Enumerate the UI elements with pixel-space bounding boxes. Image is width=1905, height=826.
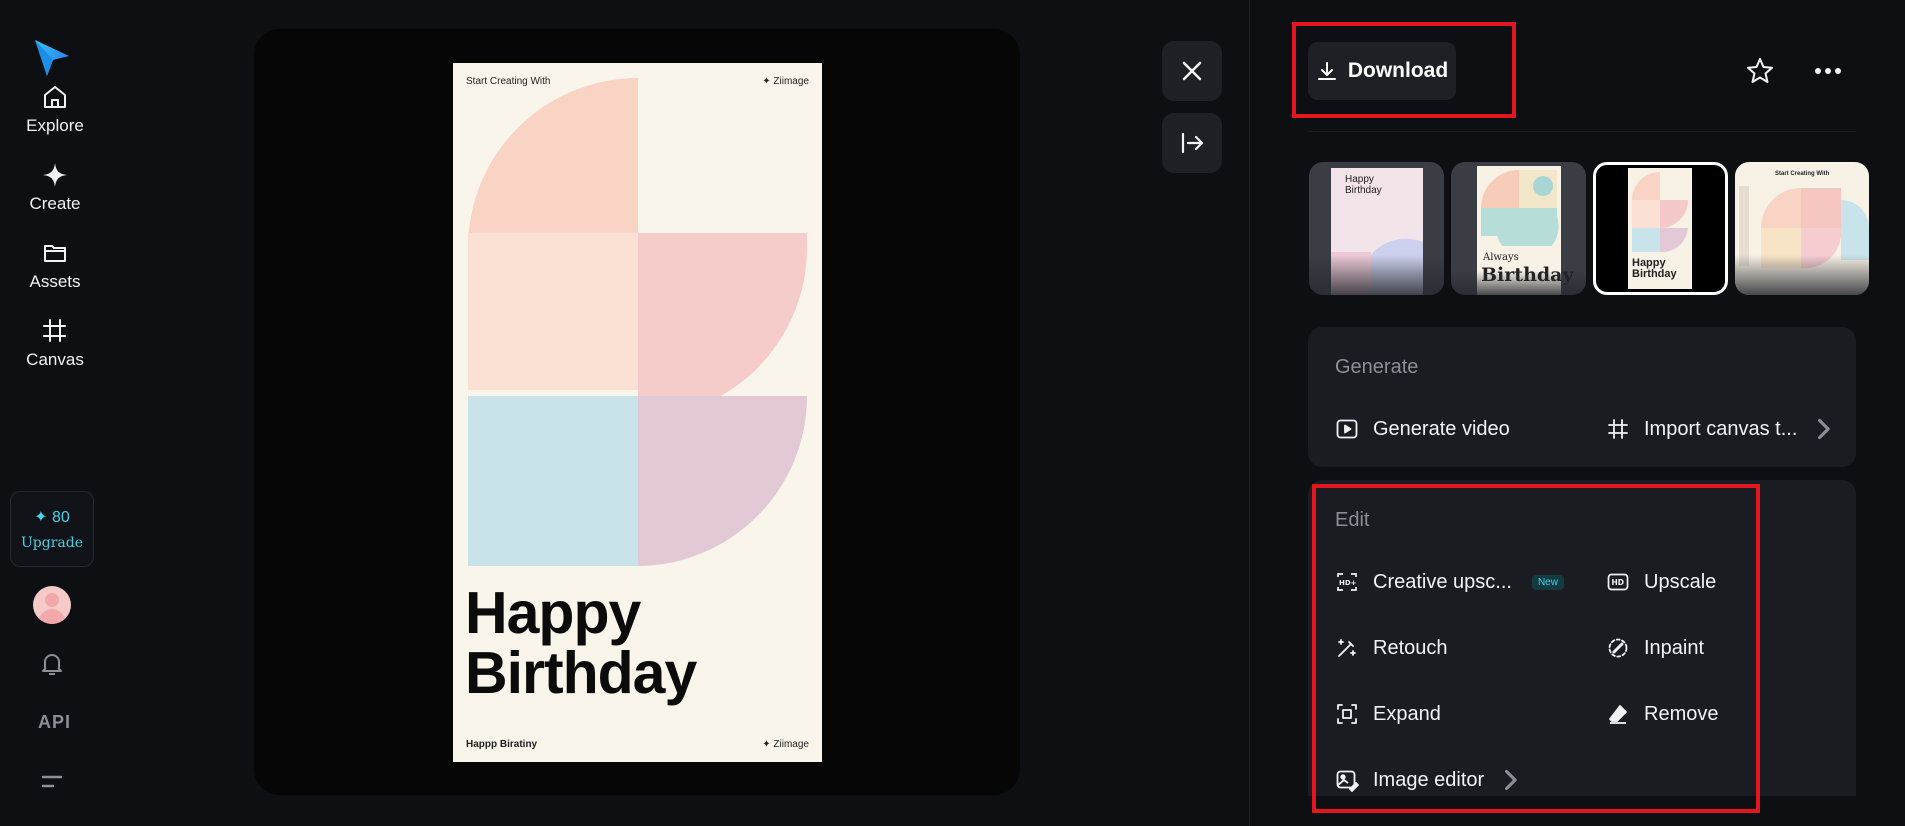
- crop-icon: [1608, 419, 1628, 439]
- thumbnail-1-fade: [1309, 255, 1444, 295]
- thumbnail-1-text: Happy Birthday: [1345, 174, 1382, 196]
- highlight-box-download: [1292, 22, 1516, 118]
- menu-icon[interactable]: [40, 772, 64, 792]
- close-icon: [1182, 61, 1202, 81]
- nav-assets[interactable]: Assets: [0, 238, 110, 292]
- thumbnail-4[interactable]: Start Creating With: [1735, 162, 1869, 295]
- shape-blue-square: [468, 396, 638, 566]
- thumbnail-1[interactable]: Happy Birthday: [1309, 162, 1444, 295]
- nav-canvas-label: Canvas: [26, 350, 84, 369]
- import-canvas-label: Import canvas t...: [1644, 417, 1798, 440]
- upgrade-button[interactable]: ✦ 80 Upgrade: [10, 491, 94, 567]
- home-icon: [44, 86, 66, 108]
- crop-icon: [43, 319, 66, 342]
- poster-top-left-text: Start Creating With: [466, 76, 551, 87]
- header-divider: [1308, 131, 1856, 132]
- shape-pink-half: [638, 233, 807, 418]
- thumbnail-2-line1: Always: [1483, 252, 1519, 263]
- credits-count: ✦ 80: [34, 509, 70, 526]
- nav-create-label: Create: [29, 194, 81, 213]
- left-sidebar: Explore Create Assets Canvas ✦ 80 Upgrad…: [0, 0, 110, 826]
- import-canvas-button[interactable]: Import canvas t...: [1606, 417, 1835, 441]
- thumbnail-2-shapes: [1481, 170, 1559, 246]
- nav-explore-label: Explore: [26, 116, 84, 135]
- sparkle-icon: [43, 163, 67, 187]
- poster-top-right-text: ✦ Ziimage: [762, 76, 809, 87]
- generate-video-button[interactable]: Generate video: [1335, 417, 1510, 441]
- api-link[interactable]: API: [38, 712, 71, 733]
- bell-icon[interactable]: [38, 650, 66, 678]
- poster-title: Happy Birthday: [465, 580, 697, 706]
- star-icon: [1747, 58, 1773, 83]
- highlight-box-edit: [1312, 484, 1760, 813]
- thumbnail-1-line2: Birthday: [1345, 185, 1382, 196]
- poster-title-line2: Birthday: [465, 640, 697, 706]
- folder-icon: [44, 245, 66, 262]
- avatar-body: [39, 609, 65, 624]
- generate-title: Generate: [1335, 356, 1419, 378]
- shape-lilac-quarter: [638, 396, 807, 566]
- play-icon: [1336, 419, 1358, 439]
- thumbnail-4-fade: [1735, 255, 1869, 295]
- more-button[interactable]: [1811, 54, 1845, 88]
- nav-assets-label: Assets: [29, 272, 81, 291]
- arrow-to-right-icon: [1181, 132, 1204, 154]
- avatar[interactable]: [33, 586, 71, 624]
- app-logo[interactable]: [33, 38, 71, 78]
- favorite-button[interactable]: [1743, 54, 1777, 88]
- generate-video-label: Generate video: [1373, 417, 1510, 440]
- chevron-right-icon: [1818, 418, 1831, 440]
- nav-canvas[interactable]: Canvas: [0, 316, 110, 370]
- shape-peach-quarter: [468, 78, 638, 248]
- generate-panel: Generate Generate video Import canvas t.…: [1308, 327, 1856, 467]
- collapse-panel-button[interactable]: [1162, 113, 1222, 173]
- poster-bottom-left-text: Happp Biratiny: [466, 739, 538, 750]
- thumbnail-3-shapes: [1632, 172, 1688, 253]
- panel-divider: [1249, 0, 1250, 826]
- nav-explore[interactable]: Explore: [0, 82, 110, 136]
- nav-create[interactable]: Create: [0, 160, 110, 214]
- thumbnail-2-fade: [1451, 271, 1586, 295]
- upgrade-label: Upgrade: [20, 535, 83, 551]
- thumbnail-3-text: Happy Birthday: [1632, 258, 1677, 280]
- poster-bottom-right-text: ✦ Ziimage: [762, 739, 809, 750]
- image-preview: Start Creating With ✦ Ziimage Happy Birt…: [254, 29, 1020, 795]
- thumbnail-3-selected[interactable]: Happy Birthday: [1593, 162, 1728, 295]
- thumbnail-1-line1: Happy: [1345, 174, 1374, 185]
- thumbnail-3-line2: Birthday: [1632, 268, 1677, 280]
- close-button[interactable]: [1162, 41, 1222, 101]
- shape-blush-square: [468, 233, 638, 390]
- avatar-head: [45, 593, 59, 607]
- thumbnail-4-line1: Start Creating With: [1775, 171, 1830, 177]
- thumbnail-2[interactable]: Always Birthday: [1451, 162, 1586, 295]
- more-icon: [1815, 68, 1841, 74]
- poster-image: Start Creating With ✦ Ziimage Happy Birt…: [453, 63, 822, 762]
- poster-title-line1: Happy: [465, 580, 641, 646]
